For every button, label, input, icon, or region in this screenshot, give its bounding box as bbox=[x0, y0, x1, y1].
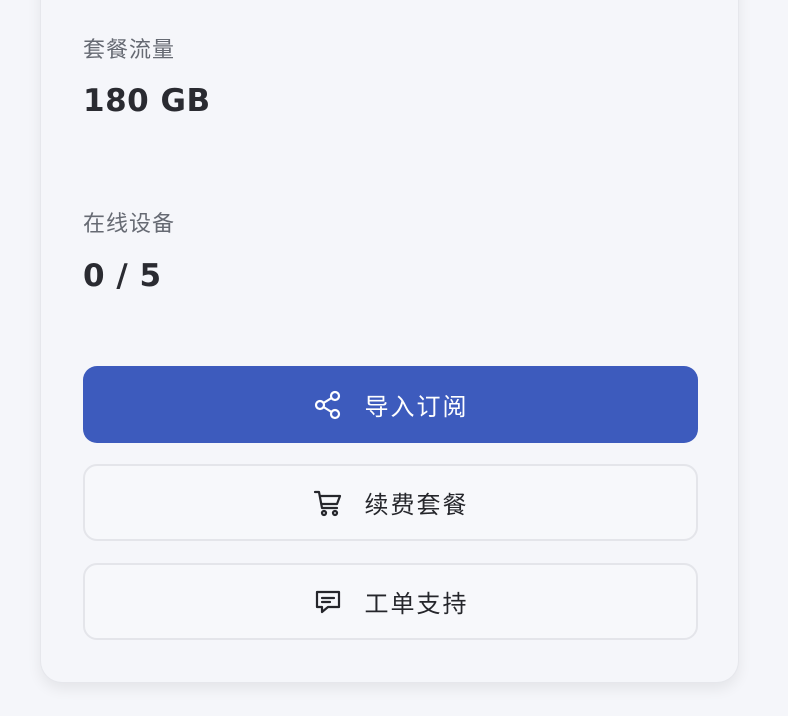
import-subscription-button[interactable]: 导入订阅 bbox=[83, 366, 698, 443]
traffic-value: 180 GB bbox=[83, 83, 211, 119]
ticket-support-button[interactable]: 工单支持 bbox=[83, 563, 698, 640]
renew-plan-button[interactable]: 续费套餐 bbox=[83, 464, 698, 541]
traffic-label: 套餐流量 bbox=[83, 38, 176, 63]
cart-icon bbox=[313, 488, 343, 518]
ticket-support-label: 工单支持 bbox=[364, 590, 469, 618]
message-icon bbox=[313, 587, 343, 617]
share-icon bbox=[313, 390, 343, 420]
plan-card: 套餐流量 180 GB 在线设备 0 / 5 导入订阅 续费套餐 工单支持 bbox=[40, 0, 739, 683]
devices-value: 0 / 5 bbox=[83, 258, 162, 294]
import-subscription-label: 导入订阅 bbox=[364, 393, 469, 421]
renew-plan-label: 续费套餐 bbox=[364, 491, 469, 519]
devices-label: 在线设备 bbox=[83, 212, 176, 237]
